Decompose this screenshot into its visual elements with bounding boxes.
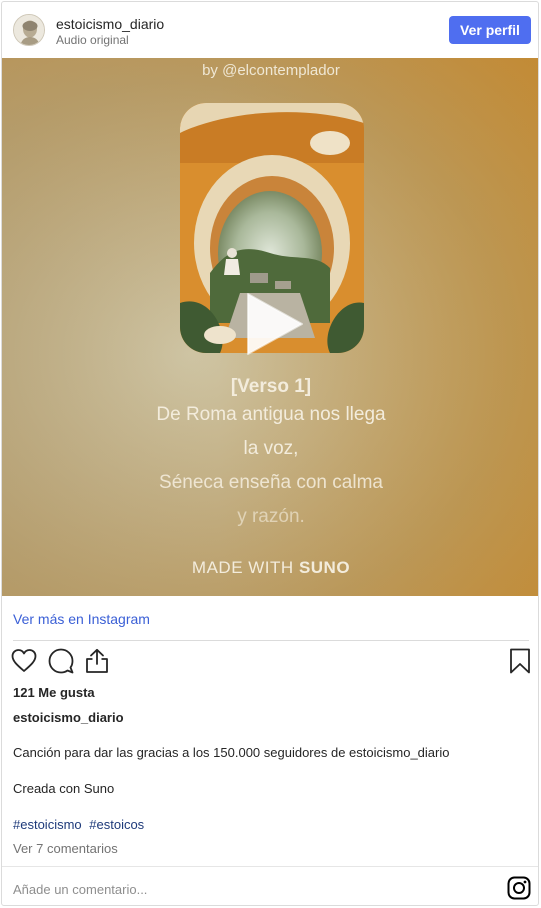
header-username[interactable]: estoicismo_diario <box>56 16 164 32</box>
hashtags: #estoicismo #estoicos <box>13 817 148 832</box>
hashtag-link[interactable]: #estoicismo <box>13 817 82 832</box>
divider <box>2 866 538 867</box>
action-bar <box>2 648 538 678</box>
made-with-prefix: MADE WITH <box>191 558 294 577</box>
verse-line-4: y razón. <box>237 506 305 527</box>
play-icon[interactable] <box>238 290 306 358</box>
media-byline: by @elcontemplador <box>202 62 340 79</box>
divider <box>13 640 529 641</box>
view-comments-link[interactable]: Ver 7 comentarios <box>13 841 118 856</box>
add-comment-input[interactable]: Añade un comentario... <box>13 882 147 897</box>
hashtag-link[interactable]: #estoicos <box>89 817 144 832</box>
audio-label[interactable]: Audio original <box>56 33 129 47</box>
comment-icon[interactable] <box>48 648 74 674</box>
caption-text: Canción para dar las gracias a los 150.0… <box>13 745 450 760</box>
share-icon[interactable] <box>84 648 110 674</box>
verse-line-3: Séneca enseña con calma <box>159 472 383 493</box>
avatar[interactable] <box>13 14 45 46</box>
verse-title: [Verso 1] <box>230 376 312 397</box>
bookmark-icon[interactable] <box>507 648 533 674</box>
caption-username[interactable]: estoicismo_diario <box>13 710 124 725</box>
view-on-instagram-link[interactable]: Ver más en Instagram <box>13 611 150 627</box>
view-profile-button[interactable]: Ver perfil <box>449 16 531 44</box>
likes-count[interactable]: 121 Me gusta <box>13 685 95 700</box>
instagram-logo-icon[interactable] <box>507 876 531 900</box>
verse-line-1: De Roma antigua nos llega <box>156 404 386 425</box>
heart-icon[interactable] <box>11 648 37 674</box>
made-with-watermark: MADE WITH SUNO <box>2 558 538 578</box>
post-header: estoicismo_diario Audio original Ver per… <box>2 2 538 58</box>
caption-text-2: Creada con Suno <box>13 781 115 796</box>
verse-line-2: la voz, <box>243 438 299 459</box>
bust-avatar-image <box>14 15 44 45</box>
instagram-embed-card: estoicismo_diario Audio original Ver per… <box>1 1 539 906</box>
video-media[interactable]: by @elcontemplador [Verso 1] De Roma ant… <box>2 58 538 596</box>
made-with-brand: SUNO <box>298 558 351 577</box>
lyrics-block: [Verso 1] De Roma antigua nos llega la v… <box>2 376 538 534</box>
